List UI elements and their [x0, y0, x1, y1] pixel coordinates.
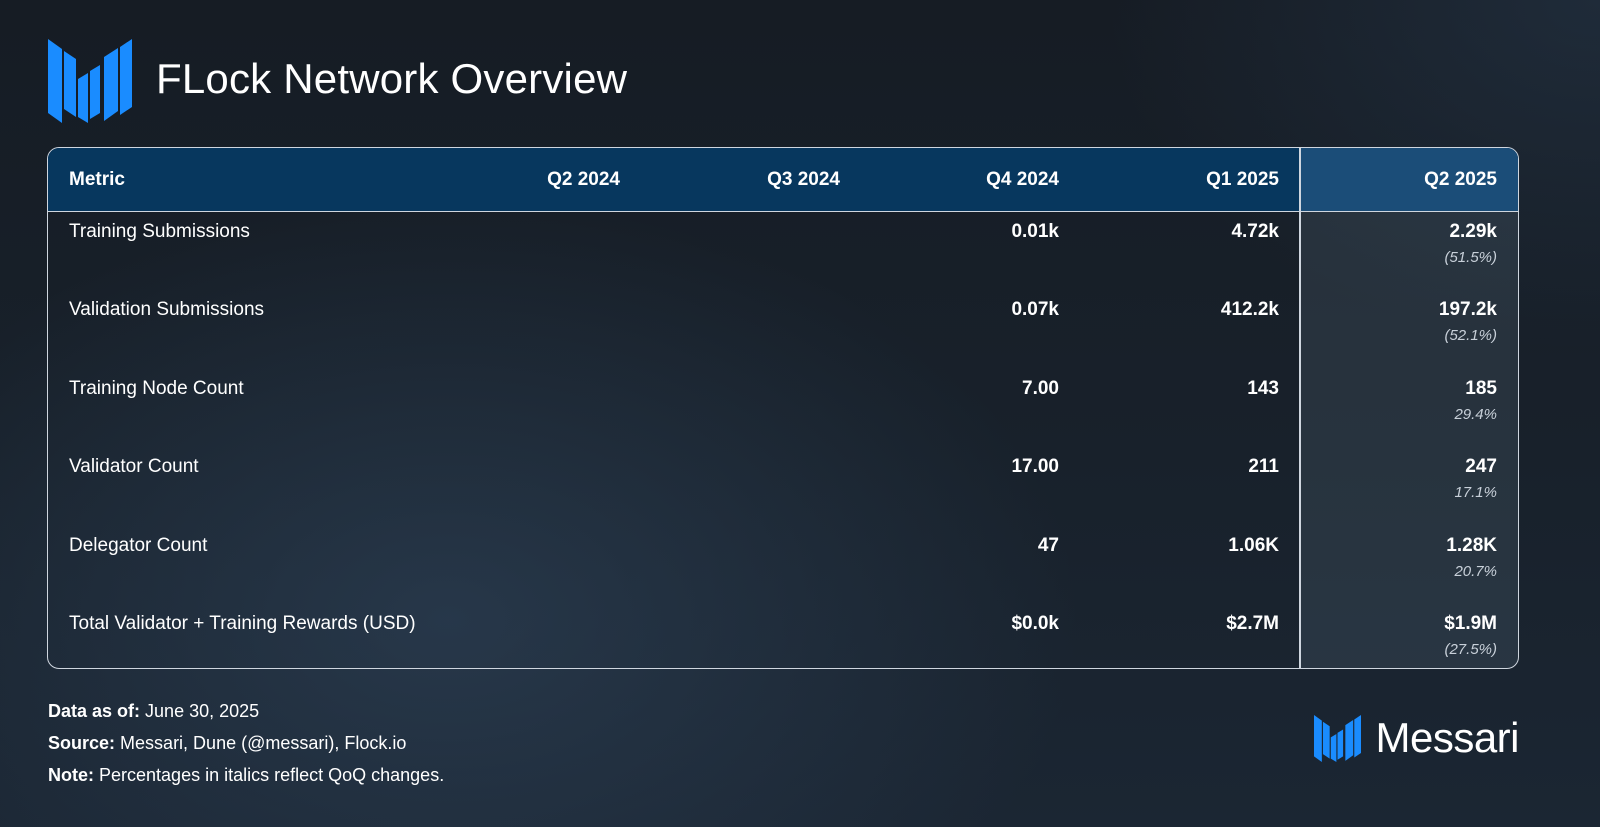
value-q2-2025: 197.2k	[1438, 299, 1497, 320]
metric-label: Validation Submissions	[69, 299, 265, 320]
value-q1-2025: 1.06K	[1228, 535, 1279, 556]
table-row: Total Validator + Training Rewards (USD)…	[48, 612, 1518, 668]
value-q1-2025: 4.72k	[1231, 221, 1279, 242]
value-q1-2025: 211	[1248, 456, 1279, 477]
data-as-of-line: Data as of: June 30, 2025	[48, 695, 444, 727]
header: FLock Network Overview	[48, 38, 627, 124]
metric-label: Training Submissions	[69, 221, 250, 242]
column-header-q4-2024: Q4 2024	[986, 169, 1059, 190]
messari-logo-icon	[48, 39, 132, 123]
column-header-metric: Metric	[69, 169, 125, 190]
brand-logo: Messari	[1314, 713, 1519, 763]
source-value: Messari, Dune (@messari), Flock.io	[120, 733, 407, 753]
qoq-change: (51.5%)	[1444, 249, 1497, 266]
value-q2-2025: 1.28K	[1446, 535, 1497, 556]
metric-label: Total Validator + Training Rewards (USD)	[69, 613, 416, 634]
page-title: FLock Network Overview	[156, 55, 628, 102]
source-line: Source: Messari, Dune (@messari), Flock.…	[48, 727, 444, 759]
note-line: Note: Percentages in italics reflect QoQ…	[48, 759, 444, 791]
footer-notes: Data as of: June 30, 2025 Source: Messar…	[48, 695, 444, 791]
value-q4-2024: 0.07k	[1011, 299, 1059, 320]
column-header-q3-2024: Q3 2024	[767, 169, 840, 190]
metric-label: Delegator Count	[69, 535, 208, 556]
metric-label: Training Node Count	[69, 378, 244, 399]
column-header-q2-2024: Q2 2024	[547, 169, 620, 190]
note-label: Note:	[48, 765, 94, 785]
table-row: Validation Submissions 0.07k 412.2k 197.…	[48, 298, 1518, 376]
overview-table: Metric Q2 2024 Q3 2024 Q4 2024 Q1 2025 Q…	[47, 147, 1519, 669]
table-row: Delegator Count 47 1.06K 1.28K 20.7%	[48, 534, 1518, 612]
data-as-of-label: Data as of:	[48, 701, 141, 721]
table-row: Validator Count 17.00 211 247 17.1%	[48, 455, 1518, 533]
metric-label: Validator Count	[69, 456, 199, 477]
value-q2-2025: $1.9M	[1444, 613, 1497, 634]
value-q2-2025: 2.29k	[1449, 221, 1497, 242]
data-as-of-value: June 30, 2025	[145, 701, 260, 721]
qoq-change: 20.7%	[1454, 563, 1497, 580]
column-header-q1-2025: Q1 2025	[1206, 169, 1279, 190]
value-q1-2025: 143	[1247, 378, 1279, 399]
table-row: Training Node Count 7.00 143 185 29.4%	[48, 377, 1518, 455]
value-q1-2025: $2.7M	[1226, 613, 1279, 634]
source-label: Source:	[48, 733, 116, 753]
qoq-change: (27.5%)	[1444, 641, 1497, 658]
qoq-change: 29.4%	[1454, 406, 1497, 423]
messari-logo-icon	[1314, 714, 1362, 762]
value-q4-2024: 7.00	[1022, 378, 1059, 399]
value-q4-2024: 47	[1037, 535, 1059, 556]
table-row: Training Submissions 0.01k 4.72k 2.29k (…	[48, 220, 1518, 298]
value-q2-2025: 247	[1465, 456, 1497, 477]
value-q4-2024: 0.01k	[1011, 221, 1059, 242]
value-q2-2025: 185	[1465, 378, 1497, 399]
qoq-change: (52.1%)	[1444, 327, 1497, 344]
qoq-change: 17.1%	[1454, 484, 1497, 501]
value-q1-2025: 412.2k	[1220, 299, 1279, 320]
value-q4-2024: 17.00	[1011, 456, 1059, 477]
infographic-canvas: FLock Network Overview Metric Q2 2024 Q3…	[0, 0, 1600, 827]
value-q4-2024: $0.0k	[1011, 613, 1059, 634]
column-header-q2-2025: Q2 2025	[1424, 169, 1497, 190]
note-value: Percentages in italics reflect QoQ chang…	[99, 765, 445, 785]
brand-name: Messari	[1375, 714, 1519, 761]
